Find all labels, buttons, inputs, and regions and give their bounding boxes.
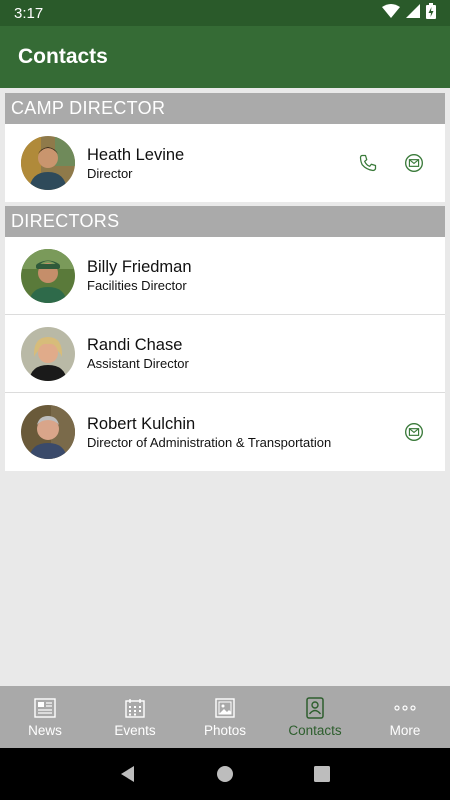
photo-icon (215, 696, 235, 720)
contact-role: Director (87, 165, 133, 181)
newspaper-icon (34, 696, 56, 720)
page-title: Contacts (18, 45, 108, 68)
contacts-content[interactable]: CAMP DIRECTOR Heath Levine Director DIRE… (0, 88, 450, 686)
tab-label: News (28, 723, 62, 738)
avatar (21, 248, 75, 303)
app-bar: Contacts (0, 26, 450, 88)
tab-label: Contacts (288, 723, 342, 738)
contact-role: Assistant Director (87, 356, 189, 371)
back-icon[interactable] (113, 759, 143, 789)
tab-more[interactable]: More (360, 686, 450, 748)
tab-photos[interactable]: Photos (180, 686, 270, 748)
contact-list-camp-director: Heath Levine Director (5, 124, 445, 202)
more-dots-icon (394, 696, 416, 720)
calendar-icon (125, 696, 145, 720)
contact-text: Billy Friedman Facilities Director (87, 258, 192, 293)
wifi-icon (382, 3, 400, 23)
contact-card-icon (306, 696, 324, 720)
status-icons (382, 2, 436, 24)
status-bar: 3:17 (0, 0, 450, 26)
tab-news[interactable]: News (0, 686, 90, 748)
email-icon[interactable] (403, 421, 425, 443)
contact-row-randi-chase[interactable]: Randi Chase Assistant Director (5, 315, 445, 393)
section-header-directors: DIRECTORS (5, 206, 445, 237)
system-nav-bar (0, 748, 450, 800)
contact-row-robert-kulchin[interactable]: Robert Kulchin Director of Administratio… (5, 393, 445, 471)
phone-icon[interactable] (357, 152, 379, 174)
battery-icon (426, 2, 436, 24)
avatar (21, 326, 75, 381)
contact-list-directors: Billy Friedman Facilities Director Randi… (5, 237, 445, 471)
tab-label: Events (114, 723, 156, 738)
contact-text: Robert Kulchin Director of Administratio… (87, 415, 331, 450)
bottom-tab-bar: News Events Photos Contacts More (0, 686, 450, 748)
avatar (21, 136, 75, 190)
recents-icon[interactable] (307, 759, 337, 789)
contact-name: Randi Chase (87, 336, 183, 354)
contact-row-heath-levine[interactable]: Heath Levine Director (5, 124, 445, 202)
contact-name: Billy Friedman (87, 258, 192, 276)
contact-row-billy-friedman[interactable]: Billy Friedman Facilities Director (5, 237, 445, 315)
cell-signal-icon (406, 3, 420, 23)
tab-contacts[interactable]: Contacts (270, 686, 360, 748)
avatar (21, 405, 75, 459)
contact-text: Heath Levine Director (87, 146, 184, 181)
tab-label: Photos (203, 723, 247, 738)
contact-actions (357, 152, 425, 174)
contact-actions (403, 421, 425, 443)
status-time: 3:17 (14, 4, 44, 22)
contact-name: Robert Kulchin (87, 414, 196, 433)
email-icon[interactable] (403, 152, 425, 174)
contact-name: Heath Levine (87, 145, 185, 164)
tab-label: More (389, 723, 421, 738)
contact-role: Facilities Director (87, 278, 187, 293)
section-header-camp-director: CAMP DIRECTOR (5, 93, 445, 124)
home-icon[interactable] (210, 759, 240, 789)
contact-role: Director of Administration & Transportat… (87, 434, 332, 450)
tab-events[interactable]: Events (90, 686, 180, 748)
contact-text: Randi Chase Assistant Director (87, 336, 189, 371)
